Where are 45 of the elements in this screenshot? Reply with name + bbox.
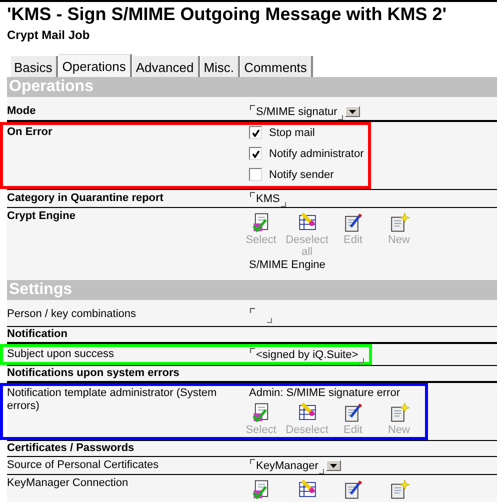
- selected-value: S/MIME Engine: [249, 259, 326, 272]
- checkbox[interactable]: [249, 126, 262, 139]
- checkbox-label: Notify administrator: [269, 148, 364, 160]
- selected-value: Admin: S/MIME signature error: [249, 387, 401, 400]
- checkbox[interactable]: [249, 147, 262, 160]
- checkbox-label: Notify sender: [269, 168, 334, 180]
- pencil-document-icon: [342, 402, 364, 423]
- subsection-heading: Certificates / Passwords: [7, 442, 136, 455]
- checkbox[interactable]: [249, 168, 262, 181]
- sparkle-document-icon[interactable]: [388, 479, 410, 500]
- field-label: Mode: [7, 105, 37, 118]
- pencil-document-icon: [342, 212, 364, 233]
- input-field[interactable]: KeyManager: [249, 459, 326, 472]
- tab[interactable]: Operations: [58, 54, 132, 77]
- subsection-heading: Notification: [7, 328, 68, 341]
- list-pencil-icon: [296, 402, 318, 423]
- caret-icon: [330, 464, 338, 468]
- field-label: Category in Quarantine report: [7, 192, 164, 205]
- sparkle-document-icon: [388, 212, 410, 233]
- tab[interactable]: Advanced: [132, 56, 200, 77]
- sparkle-document-icon: [388, 402, 410, 423]
- field-label: On Error: [7, 126, 54, 140]
- input-field[interactable]: <signed by iQ.Suite>: [249, 348, 366, 361]
- pencil-document-icon[interactable]: [342, 479, 364, 500]
- field-label: Subject upon success: [7, 348, 116, 361]
- section-header: Operations: [7, 77, 497, 97]
- checkbox-label: Stop mail: [269, 126, 315, 138]
- tab[interactable]: Basics: [10, 56, 58, 77]
- field-label: Source of Personal Certificates: [7, 459, 160, 472]
- list-pencil-icon[interactable]: [296, 479, 318, 500]
- tab[interactable]: Misc.: [200, 56, 240, 77]
- input-field[interactable]: KMS: [249, 192, 287, 205]
- section-header: Settings: [7, 280, 497, 300]
- dropdown-button[interactable]: [326, 460, 342, 471]
- caret-icon: [349, 110, 356, 114]
- field-label: Person / key combinations: [7, 308, 138, 322]
- input-field[interactable]: S/MIME signatur: [249, 105, 344, 118]
- dropdown-button[interactable]: [345, 106, 360, 117]
- page-title: 'KMS - Sign S/MIME Outgoing Message with KMS 2': [7, 3, 448, 24]
- input-field[interactable]: [249, 308, 273, 321]
- tab[interactable]: Comments: [240, 56, 313, 77]
- form-subtitle: Crypt Mail Job: [7, 27, 91, 43]
- subsection-heading: Notifications upon system errors: [7, 367, 180, 380]
- field-label: KeyManager Connection: [7, 477, 130, 491]
- list-pencil-icon: [296, 212, 318, 233]
